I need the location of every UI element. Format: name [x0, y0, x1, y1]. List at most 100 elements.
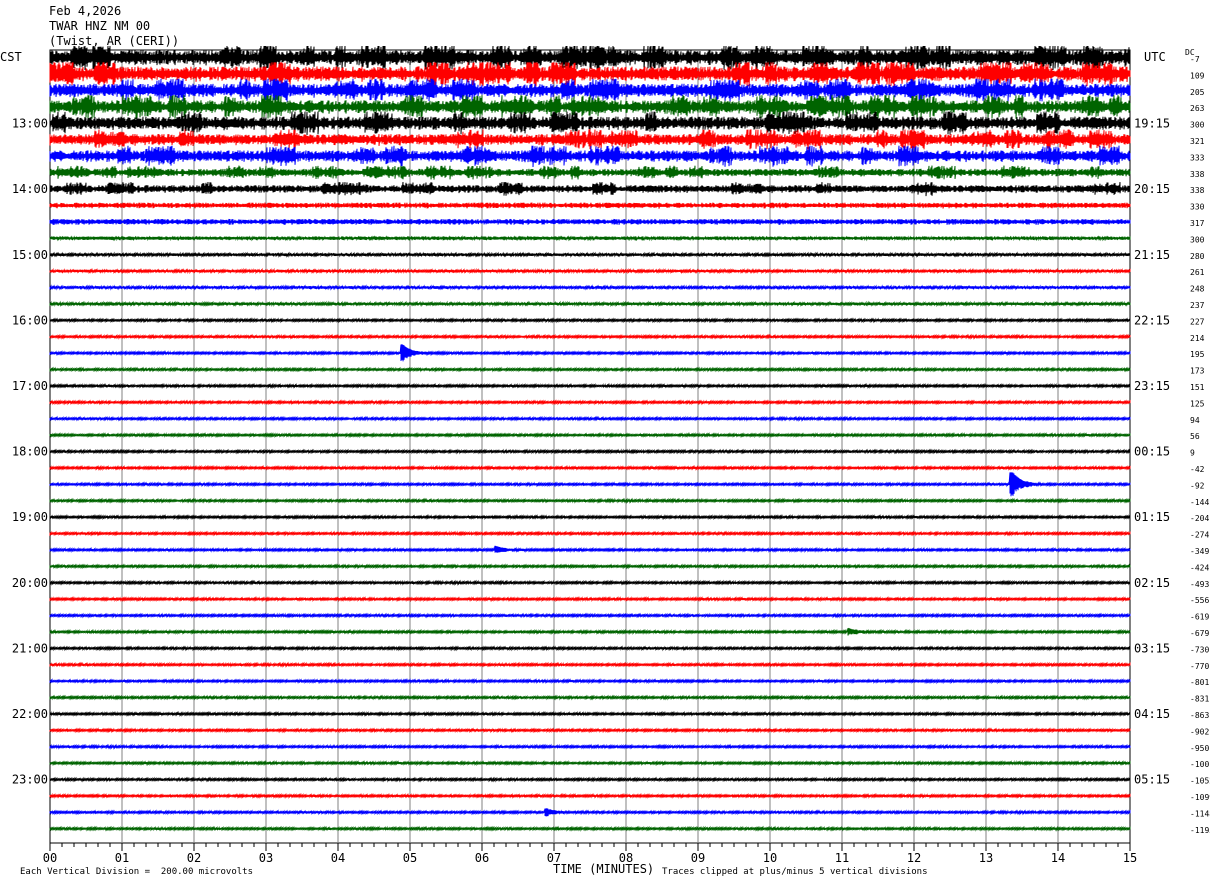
dc-offset-label: 9 [1190, 449, 1195, 458]
cst-hour-label: 22:00 [12, 707, 48, 721]
dc-offset-label: 214 [1190, 334, 1205, 343]
trace-line [49, 181, 1131, 197]
trace-line [49, 366, 1131, 373]
trace-line [49, 678, 1131, 685]
x-tick-label: 03 [259, 851, 273, 865]
trace-line [49, 129, 1131, 151]
trace-line [49, 530, 1131, 537]
utc-hour-label: 04:15 [1134, 707, 1170, 721]
x-tick-label: 12 [907, 851, 921, 865]
utc-hour-label: 01:15 [1134, 510, 1170, 524]
dc-offset-label: 338 [1190, 186, 1205, 195]
dc-offset-label: -902 [1190, 727, 1209, 736]
trace-line [49, 251, 1131, 258]
trace-line [49, 710, 1131, 718]
dc-offset-label: 300 [1190, 121, 1205, 130]
dc-offset-label: 173 [1190, 367, 1205, 376]
trace-line [49, 563, 1131, 570]
dc-offset-label: 248 [1190, 285, 1205, 294]
dc-offset-label: -1148 [1190, 809, 1210, 818]
trace-line [49, 267, 1131, 275]
dc-offset-label: -7 [1190, 55, 1200, 64]
trace-line [49, 202, 1131, 209]
trace-line [49, 399, 1131, 406]
dc-offset-label: -730 [1190, 645, 1209, 654]
cst-hour-label: 17:00 [12, 379, 48, 393]
plot-frame [49, 49, 1131, 844]
dc-offset-label: 280 [1190, 252, 1205, 261]
x-tick-label: 06 [475, 851, 489, 865]
dc-offset-label: -493 [1190, 580, 1209, 589]
cst-hour-label: 19:00 [12, 510, 48, 524]
trace-line [49, 464, 1131, 472]
dc-offset-label: -831 [1190, 695, 1209, 704]
trace-line [49, 792, 1131, 800]
trace-line [49, 382, 1131, 390]
trace-line [49, 760, 1131, 767]
dc-offset-label: -1195 [1190, 826, 1210, 835]
dc-offset-label: -1001 [1190, 760, 1210, 769]
x-axis-title: TIME (MINUTES) [553, 862, 655, 876]
x-tick-label: 15 [1123, 851, 1137, 865]
trace-line [49, 579, 1131, 586]
cst-hour-label: 14:00 [12, 182, 48, 196]
trace-line [49, 300, 1131, 308]
trace-line [49, 448, 1131, 455]
trace-line [49, 415, 1131, 422]
footer-scale-note: Each Vertical Division = 200.00 microvol… [20, 867, 253, 877]
dc-offset-label: -424 [1190, 563, 1209, 572]
dc-offset-label: -619 [1190, 613, 1209, 622]
utc-hour-label: 22:15 [1134, 313, 1170, 327]
x-tick-label: 10 [763, 851, 777, 865]
x-tick-label: 05 [403, 851, 417, 865]
dc-offset-label: -349 [1190, 547, 1209, 556]
trace-line [49, 344, 1131, 362]
dc-offset-label: -274 [1190, 531, 1209, 540]
trace-line [49, 432, 1131, 439]
x-tick-label: 11 [835, 851, 849, 865]
dc-offset-label: 125 [1190, 399, 1205, 408]
utc-hour-label: 20:15 [1134, 182, 1170, 196]
x-tick-label: 00 [43, 851, 57, 865]
dc-offset-label: -92 [1190, 481, 1205, 490]
dc-offset-label: -144 [1190, 498, 1209, 507]
cst-hour-label: 20:00 [12, 576, 48, 590]
trace-line [49, 284, 1131, 291]
dc-offset-label: 195 [1190, 350, 1205, 359]
trace-line [49, 808, 1131, 817]
x-tick-label: 14 [1051, 851, 1065, 865]
dc-offset-label: -1052 [1190, 777, 1210, 786]
cst-hour-label: 23:00 [12, 773, 48, 787]
dc-offset-label: -863 [1190, 711, 1209, 720]
trace-line [49, 776, 1131, 783]
utc-hour-label: 00:15 [1134, 445, 1170, 459]
trace-line [49, 727, 1131, 734]
dc-offset-label: 56 [1190, 432, 1200, 441]
dc-offset-label: 330 [1190, 203, 1205, 212]
x-tick-label: 01 [115, 851, 129, 865]
dc-offset-label: 261 [1190, 268, 1205, 277]
trace-line [49, 497, 1131, 504]
trace-line [49, 472, 1131, 497]
trace-line [49, 514, 1131, 521]
utc-hour-label: 23:15 [1134, 379, 1170, 393]
utc-hour-label: 02:15 [1134, 576, 1170, 590]
trace-line [49, 612, 1131, 619]
cst-hour-label: 18:00 [12, 445, 48, 459]
footer-clip-note: Traces clipped at plus/minus 5 vertical … [662, 867, 928, 877]
dc-offset-label: 94 [1190, 416, 1200, 425]
dc-offset-label: 263 [1190, 104, 1205, 113]
dc-offset-label: 151 [1190, 383, 1205, 392]
trace-line [49, 825, 1131, 832]
dc-offset-label: -1099 [1190, 793, 1210, 802]
dc-offset-label: -679 [1190, 629, 1209, 638]
dc-offset-label: 237 [1190, 301, 1205, 310]
x-tick-label: 09 [691, 851, 705, 865]
trace-line [49, 317, 1131, 324]
dc-offset-label: -950 [1190, 744, 1209, 753]
x-tick-label: 04 [331, 851, 345, 865]
cst-hour-label: 21:00 [12, 641, 48, 655]
trace-line [49, 596, 1131, 603]
trace-line [49, 235, 1131, 242]
trace-line [49, 743, 1131, 750]
